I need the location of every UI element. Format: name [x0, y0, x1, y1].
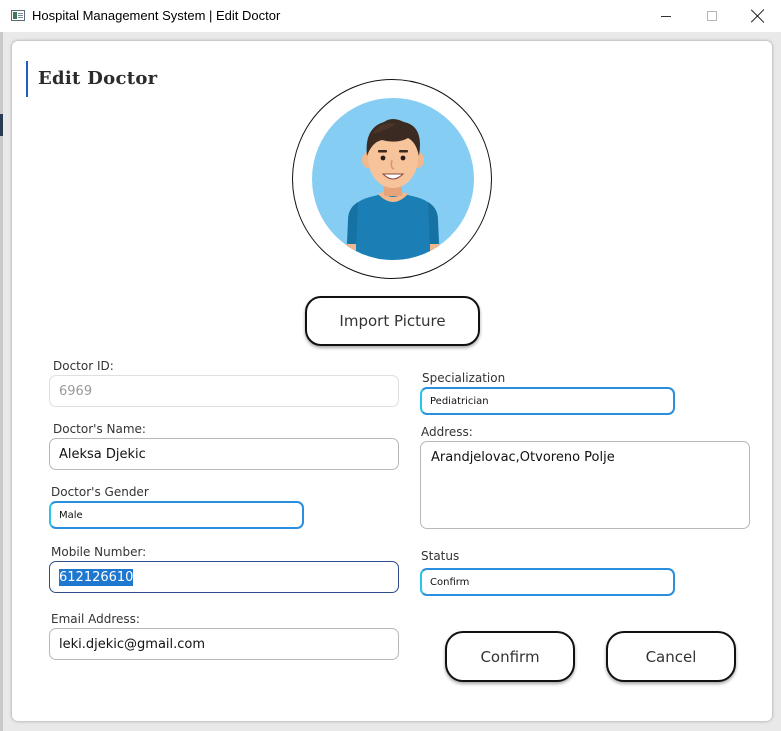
status-select[interactable]: Confirm [420, 568, 675, 596]
close-button[interactable] [735, 0, 781, 32]
mobile-number-label: Mobile Number: [51, 545, 147, 559]
address-label: Address: [421, 425, 473, 439]
page-title: Edit Doctor [38, 68, 158, 89]
background-window-edge [0, 32, 3, 731]
minimize-button[interactable] [643, 0, 689, 32]
close-icon [751, 9, 765, 23]
specialization-label: Specialization [422, 371, 506, 385]
cancel-button[interactable]: Cancel [606, 631, 736, 682]
status-label: Status [421, 549, 460, 563]
doctor-name-label: Doctor's Name: [53, 422, 146, 436]
confirm-button[interactable]: Confirm [445, 631, 575, 682]
doctor-name-field[interactable]: Aleksa Djekic [49, 438, 399, 470]
address-textarea[interactable]: Arandjelovac,Otvoreno Polje [420, 441, 750, 529]
maximize-button[interactable] [689, 0, 735, 32]
specialization-select[interactable]: Pediatrician [420, 387, 675, 415]
minimize-icon [661, 15, 671, 17]
heading-accent-bar [26, 61, 28, 97]
doctor-gender-select[interactable]: Male [49, 501, 304, 529]
maximize-icon [707, 11, 717, 21]
import-picture-button[interactable]: Import Picture [305, 296, 480, 346]
doctor-id-label: Doctor ID: [53, 359, 114, 373]
doctor-id-field: 6969 [49, 375, 399, 407]
email-address-label: Email Address: [51, 612, 140, 626]
mobile-number-field[interactable]: 612126610 [49, 561, 399, 593]
doctor-gender-label: Doctor's Gender [51, 485, 149, 499]
app-icon [11, 10, 25, 21]
background-window-mark [0, 114, 3, 136]
mobile-number-value: 612126610 [59, 568, 134, 586]
doctor-avatar-icon [312, 98, 474, 260]
email-address-field[interactable]: leki.djekic@gmail.com [49, 628, 399, 660]
window-title: Hospital Management System | Edit Doctor [32, 8, 281, 23]
title-bar: Hospital Management System | Edit Doctor [0, 0, 781, 32]
